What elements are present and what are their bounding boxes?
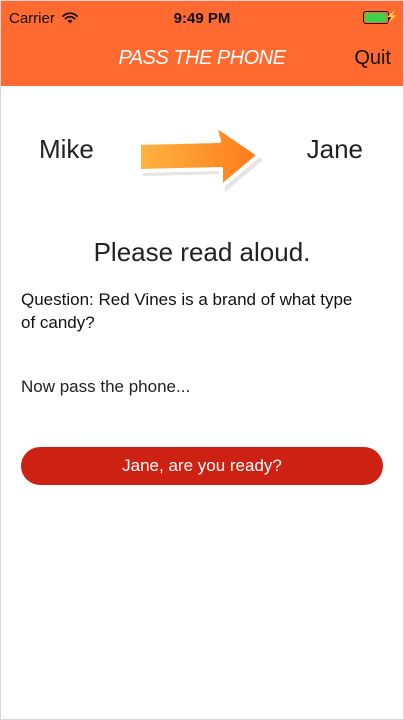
app-logo: PASS THE PHONE	[118, 47, 286, 69]
status-bar: Carrier 9:49 PM ⚡	[1, 1, 403, 37]
pass-instruction: Now pass the phone...	[21, 377, 191, 396]
next-player-name: Jane	[306, 134, 363, 164]
status-time: 9:49 PM	[173, 10, 231, 27]
ready-button[interactable]: Jane, are you ready?	[21, 447, 383, 485]
current-player-name: Mike	[39, 134, 94, 164]
app-screen: Carrier 9:49 PM ⚡ PASS THE PHONE Quit Mi…	[0, 0, 404, 720]
bolt-icon: ⚡	[385, 11, 399, 23]
question-text: Question: Red Vines is a brand of what t…	[21, 290, 353, 332]
quit-button[interactable]: Quit	[354, 47, 391, 70]
instruction-heading: Please read aloud.	[93, 237, 311, 267]
battery-fill	[365, 13, 386, 22]
nav-bar: PASS THE PHONE Quit	[1, 37, 403, 86]
player-handoff: Mike Jane	[1, 109, 403, 199]
arrow-right-icon	[137, 123, 263, 192]
